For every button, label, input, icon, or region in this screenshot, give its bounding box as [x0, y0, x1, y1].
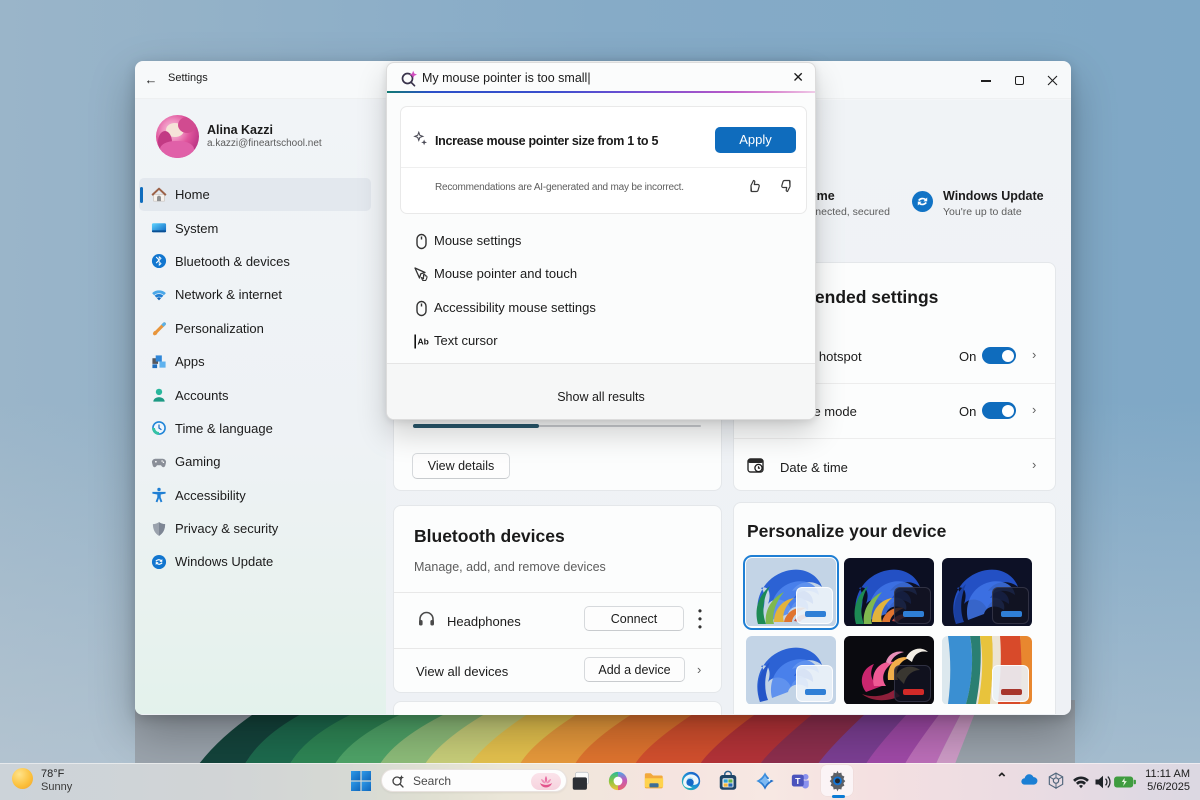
svg-text:T: T	[795, 776, 801, 786]
svg-text:Ab: Ab	[418, 337, 429, 347]
